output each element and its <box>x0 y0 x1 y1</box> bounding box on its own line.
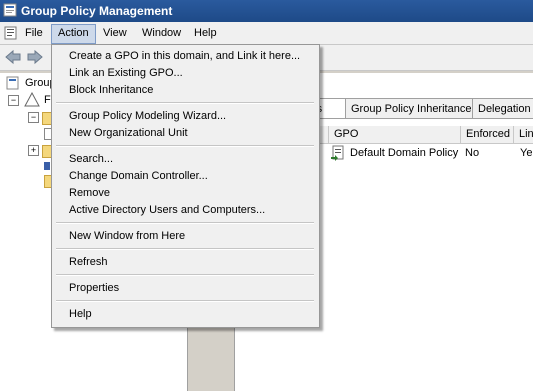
cell-enforced: No <box>465 147 480 159</box>
expand-icon[interactable]: + <box>28 145 39 156</box>
column-header-enforced[interactable]: Enforced <box>460 126 516 143</box>
menu-item-help[interactable]: Help <box>69 306 92 323</box>
tree-forest-label: F <box>44 94 51 106</box>
tree-node-sites[interactable]: + <box>28 142 58 158</box>
menu-action[interactable]: Action <box>51 24 96 44</box>
menu-item-refresh[interactable]: Refresh <box>69 254 108 271</box>
menu-item-link-existing-gpo[interactable]: Link an Existing GPO... <box>69 65 183 82</box>
console-icon[interactable] <box>3 25 19 41</box>
table-row[interactable]: Default Domain Policy No Ye <box>330 145 533 161</box>
menu-separator <box>56 102 314 104</box>
column-header-gpo[interactable]: GPO <box>328 126 458 143</box>
menu-view[interactable]: View <box>97 24 133 42</box>
menu-item-properties[interactable]: Properties <box>69 280 119 297</box>
menu-item-change-dc[interactable]: Change Domain Controller... <box>69 168 208 185</box>
gpmc-node-icon <box>6 76 19 90</box>
forest-icon <box>24 92 40 107</box>
title-bar: Group Policy Management <box>0 0 533 22</box>
menu-window[interactable]: Window <box>136 24 187 42</box>
menu-item-gp-modeling-wizard[interactable]: Group Policy Modeling Wizard... <box>69 108 226 125</box>
menu-bar: File Action View Window Help <box>0 22 533 45</box>
menu-item-search[interactable]: Search... <box>69 151 113 168</box>
menu-item-new-window[interactable]: New Window from Here <box>69 228 185 245</box>
menu-separator <box>56 222 314 224</box>
menu-help[interactable]: Help <box>188 24 223 42</box>
column-header-link-enabled[interactable]: Lin <box>513 126 533 143</box>
gpo-link-icon <box>331 145 344 161</box>
forward-arrow-icon[interactable] <box>26 49 44 65</box>
tree-node-domains[interactable]: − <box>28 109 58 125</box>
cell-link-enabled: Ye <box>520 147 533 159</box>
window-title: Group Policy Management <box>21 4 173 18</box>
gpmc-app-icon <box>3 3 17 17</box>
menu-item-block-inheritance[interactable]: Block Inheritance <box>69 82 153 99</box>
cell-gpo-name: Default Domain Policy <box>350 147 459 159</box>
menu-item-ad-users-computers[interactable]: Active Directory Users and Computers... <box>69 202 265 219</box>
menu-item-create-gpo[interactable]: Create a GPO in this domain, and Link it… <box>69 48 300 65</box>
menu-file[interactable]: File <box>19 24 49 42</box>
action-menu: Create a GPO in this domain, and Link it… <box>51 44 320 328</box>
menu-item-new-ou[interactable]: New Organizational Unit <box>69 125 188 142</box>
tab-delegation[interactable]: Delegation <box>472 98 533 119</box>
menu-separator <box>56 248 314 250</box>
menu-separator <box>56 300 314 302</box>
back-arrow-icon[interactable] <box>4 49 22 65</box>
lower-pane-area <box>192 325 235 391</box>
menu-item-remove[interactable]: Remove <box>69 185 110 202</box>
tab-group-policy-inheritance[interactable]: Group Policy Inheritance <box>345 98 480 119</box>
collapse-icon[interactable]: − <box>8 95 19 106</box>
collapse-icon[interactable]: − <box>28 112 39 123</box>
menu-separator <box>56 145 314 147</box>
tab-strip-border <box>320 118 533 119</box>
object-icon <box>44 162 50 170</box>
menu-separator <box>56 274 314 276</box>
